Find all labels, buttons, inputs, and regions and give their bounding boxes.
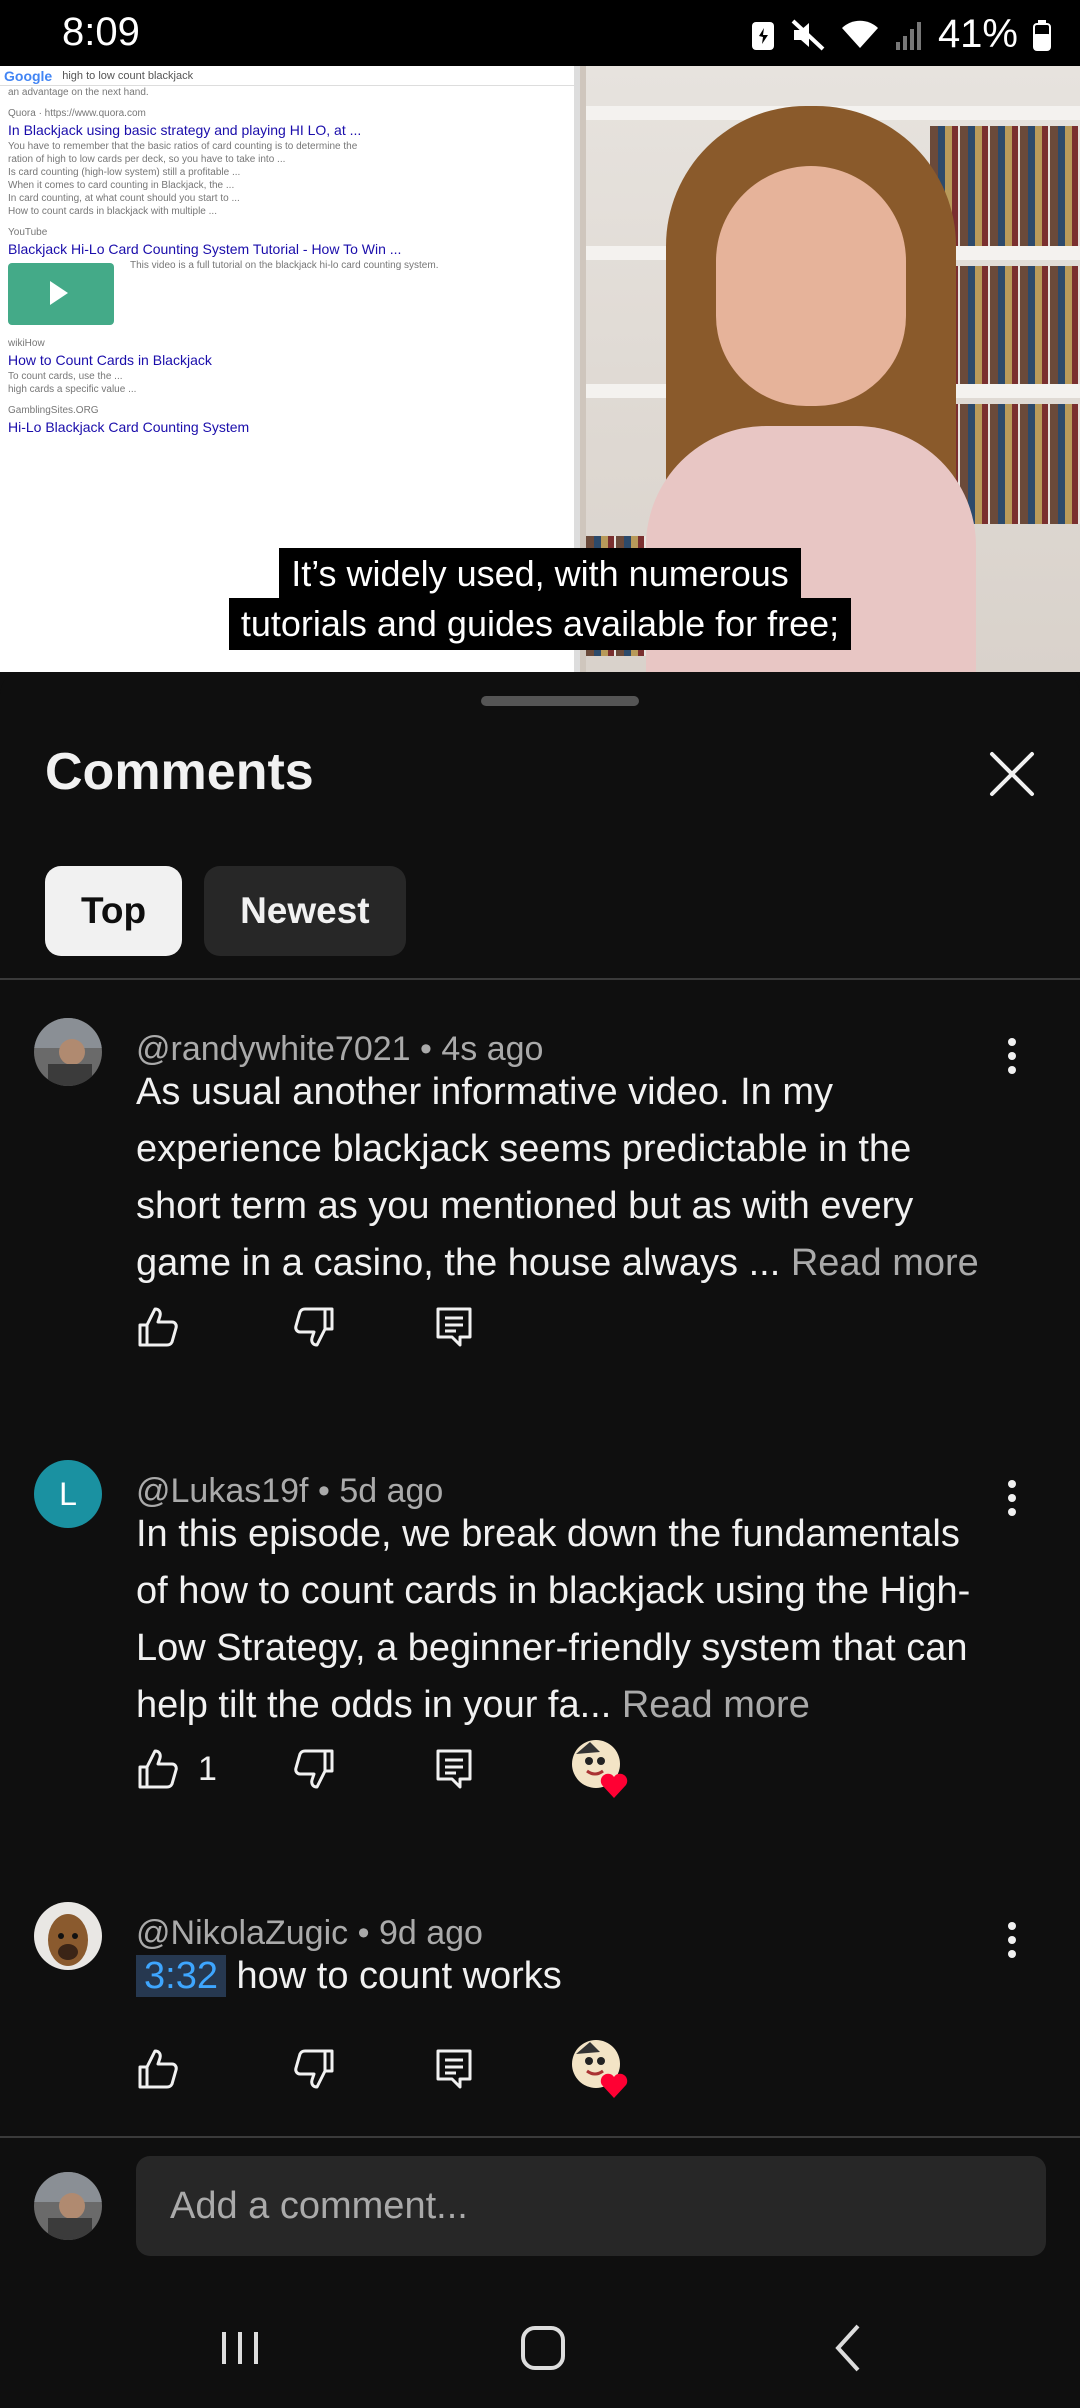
battery-percent: 41% [937,12,1018,56]
video-thumbnail [8,263,114,325]
avatar[interactable]: L [34,1460,102,1528]
comment-time: 9d ago [378,1914,483,1952]
comment-body: how to count works [236,1955,562,1997]
add-comment-input[interactable]: Add a comment... [136,2156,1046,2256]
comments-panel: Comments Top Newest @randywhite7021 • 4s… [0,672,1080,2288]
caption-line-2: tutorials and guides available for free; [228,598,852,650]
comment-text: In this episode, we break down the funda… [136,1506,996,1734]
like-icon [138,1749,178,1789]
divider [0,978,1080,980]
dislike-button[interactable] [292,2044,336,2094]
like-button[interactable]: 1 [136,1744,217,1794]
status-bar: 8:09 41% [0,0,1080,66]
signal-icon [895,21,921,50]
video-player[interactable]: Google high to low count blackjack an ad… [0,66,1080,672]
reply-icon [436,2049,472,2089]
heart-icon [572,2040,628,2098]
video-caption: It’s widely used, with numerous tutorial… [0,548,1080,650]
read-more-link[interactable]: Read more [622,1684,810,1726]
divider [0,2136,1080,2138]
status-icons: 41% [750,12,1052,57]
tab-newest[interactable]: Newest [204,866,406,956]
home-icon[interactable] [502,2318,582,2378]
caption-line-1: It’s widely used, with numerous [279,548,801,600]
battery-icon [1033,19,1051,51]
like-icon [138,1307,178,1347]
reply-button[interactable] [434,1744,474,1794]
more-icon[interactable] [1000,1476,1024,1524]
comment-text: 3:32 how to count works [136,1948,996,2005]
creator-heart [570,2038,628,2098]
search-query: high to low count blackjack [62,69,194,82]
timestamp-link[interactable]: 3:32 [136,1955,226,1997]
search-result-site: GamblingSites.ORG [8,405,99,416]
comment-author[interactable]: @Lukas19f [136,1472,309,1510]
dislike-button[interactable] [292,1744,336,1794]
google-search-bar: Google high to low count blackjack [0,66,574,86]
dislike-button[interactable] [292,1302,336,1352]
comment-text: As usual another informative video. In m… [136,1064,996,1292]
mute-icon [791,19,825,50]
search-result-title: Hi-Lo Blackjack Card Counting System [8,419,250,435]
reply-button[interactable] [434,1302,474,1352]
sort-chips: Top Newest [45,866,406,956]
search-result-title: Blackjack Hi-Lo Card Counting System Tut… [8,241,402,257]
reply-icon [436,1307,472,1347]
data-saver-icon [751,21,774,50]
recents-icon[interactable] [200,2318,280,2378]
more-icon[interactable] [1000,1918,1024,1966]
avatar[interactable] [34,1018,102,1086]
more-icon[interactable] [1000,1034,1024,1082]
search-result-title: In Blackjack using basic strategy and pl… [8,122,362,138]
heart-icon [572,1740,628,1798]
like-count: 1 [198,1749,217,1788]
dislike-icon [294,2049,334,2089]
status-time: 8:09 [62,10,140,54]
dislike-icon [294,1749,334,1789]
comment-author[interactable]: @NikolaZugic [136,1914,348,1952]
add-comment-placeholder: Add a comment... [170,2184,468,2227]
comment-time: 4s ago [441,1030,544,1068]
comment-author[interactable]: @randywhite7021 [136,1030,411,1068]
like-button[interactable] [136,1302,180,1352]
read-more-link[interactable]: Read more [791,1242,979,1284]
creator-heart [570,1738,628,1798]
avatar[interactable] [34,1902,102,1970]
reply-button[interactable] [434,2044,474,2094]
google-logo: Google [4,67,53,84]
system-nav-bar [0,2288,1080,2408]
drag-handle[interactable] [481,696,639,706]
search-result-site: wikiHow [8,338,45,349]
comment-time: 5d ago [339,1472,444,1510]
close-icon[interactable] [982,744,1042,804]
like-icon [138,2049,178,2089]
panel-title: Comments [45,743,314,801]
reply-icon [436,1749,472,1789]
avatar-letter: L [59,1475,77,1512]
dislike-icon [294,1307,334,1347]
wifi-icon [841,20,878,48]
search-result-title: How to Count Cards in Blackjack [8,352,212,368]
avatar [34,2172,102,2240]
search-result-site: YouTube [8,227,48,238]
comment-body: In this episode, we break down the funda… [136,1513,971,1726]
back-icon[interactable] [806,2318,886,2378]
like-button[interactable] [136,2044,180,2094]
tab-top[interactable]: Top [45,866,183,956]
